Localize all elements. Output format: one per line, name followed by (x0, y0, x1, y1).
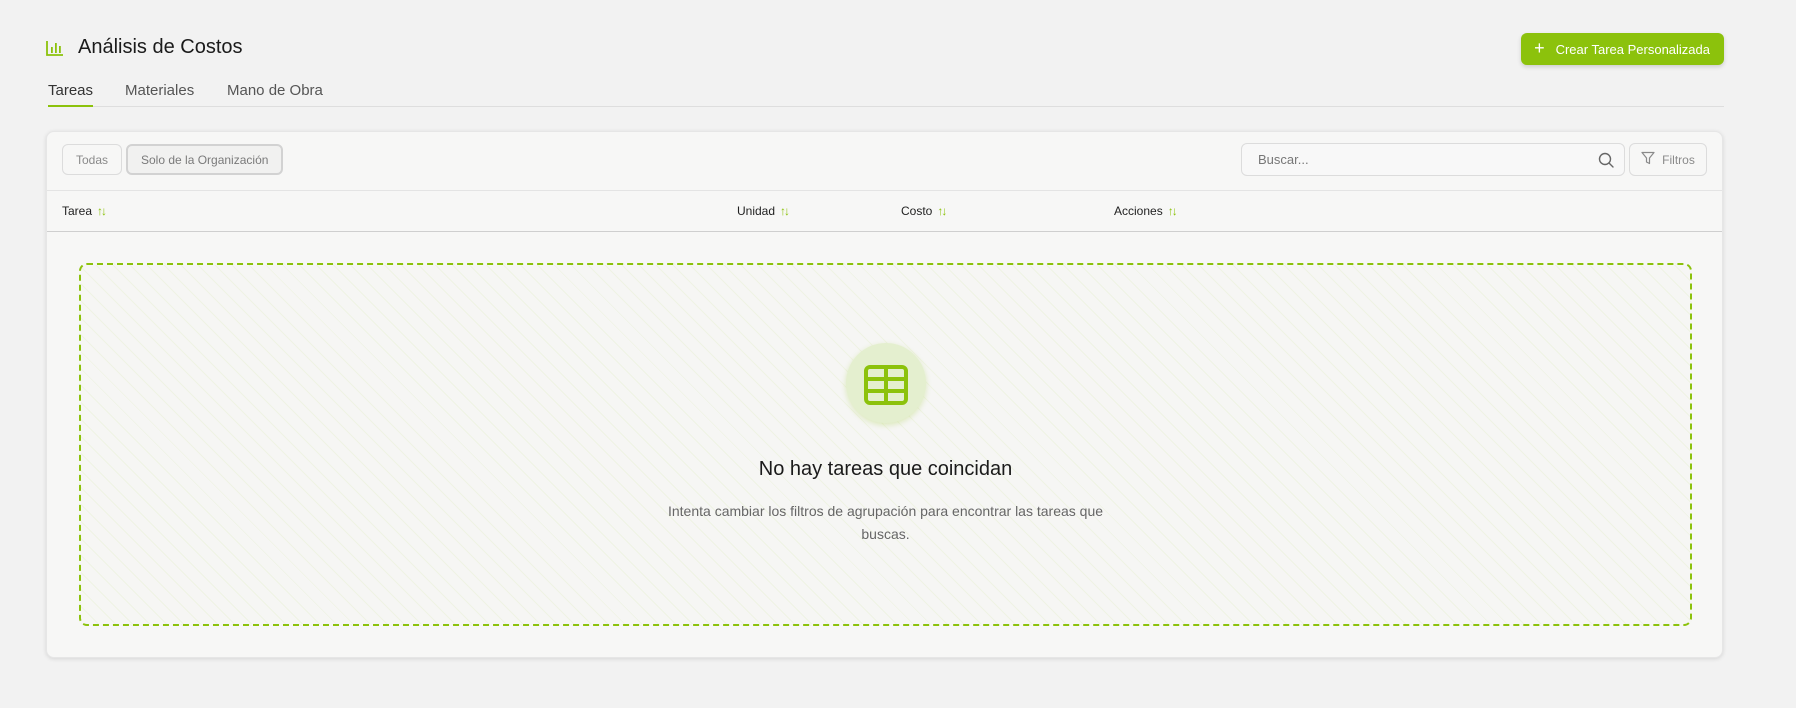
page-title: Análisis de Costos (78, 36, 243, 58)
sort-icon: ↑↓ (1167, 204, 1178, 218)
bar-chart-icon (46, 40, 64, 56)
search-icon[interactable] (1598, 152, 1614, 173)
empty-state-description: Intenta cambiar los filtros de agrupació… (667, 503, 1104, 542)
filter-organization-button[interactable]: Solo de la Organización (126, 144, 284, 175)
sort-icon: ↑↓ (97, 204, 107, 218)
table-header: Tarea ↑↓ Unidad ↑↓ Costo ↑↓ Acciones ↑↓ (47, 191, 1722, 232)
plus-icon: + (1534, 38, 1545, 58)
column-header-acciones[interactable]: Acciones ↑↓ (1114, 204, 1178, 218)
empty-state: No hay tareas que coincidan Intenta camb… (79, 263, 1692, 626)
filter-all-button[interactable]: Todas (62, 144, 123, 175)
column-header-tarea[interactable]: Tarea ↑↓ (62, 204, 107, 218)
column-label: Acciones (1114, 204, 1163, 218)
sort-icon: ↑↓ (780, 204, 790, 218)
tab-mano-de-obra[interactable]: Mano de Obra (227, 82, 323, 105)
table-icon (845, 343, 926, 423)
search-input[interactable] (1258, 144, 1578, 175)
empty-state-title: No hay tareas que coincidan (758, 458, 1013, 480)
tab-bar: Tareas Materiales Mano de Obra (48, 80, 1724, 107)
tasks-card: Todas Solo de la Organización Filtros Ta… (46, 131, 1723, 658)
title-group: Análisis de Costos (46, 36, 243, 59)
filters-button[interactable]: Filtros (1629, 143, 1707, 176)
column-label: Tarea (62, 204, 93, 218)
filters-label: Filtros (1662, 152, 1695, 167)
create-task-button[interactable]: + Crear Tarea Personalizada (1521, 33, 1724, 65)
table-toolbar: Todas Solo de la Organización Filtros (47, 132, 1722, 191)
tab-tareas[interactable]: Tareas (48, 82, 94, 107)
column-label: Unidad (737, 204, 776, 218)
filter-icon (1641, 151, 1655, 168)
create-task-label: Crear Tarea Personalizada (1555, 41, 1710, 57)
column-header-unidad[interactable]: Unidad ↑↓ (737, 204, 790, 218)
column-label: Costo (901, 204, 933, 218)
page-header: Análisis de Costos + Crear Tarea Persona… (46, 32, 1724, 68)
tab-materiales[interactable]: Materiales (125, 82, 194, 105)
column-header-costo[interactable]: Costo ↑↓ (901, 204, 947, 218)
search-box (1241, 143, 1625, 176)
sort-icon: ↑↓ (937, 204, 947, 218)
